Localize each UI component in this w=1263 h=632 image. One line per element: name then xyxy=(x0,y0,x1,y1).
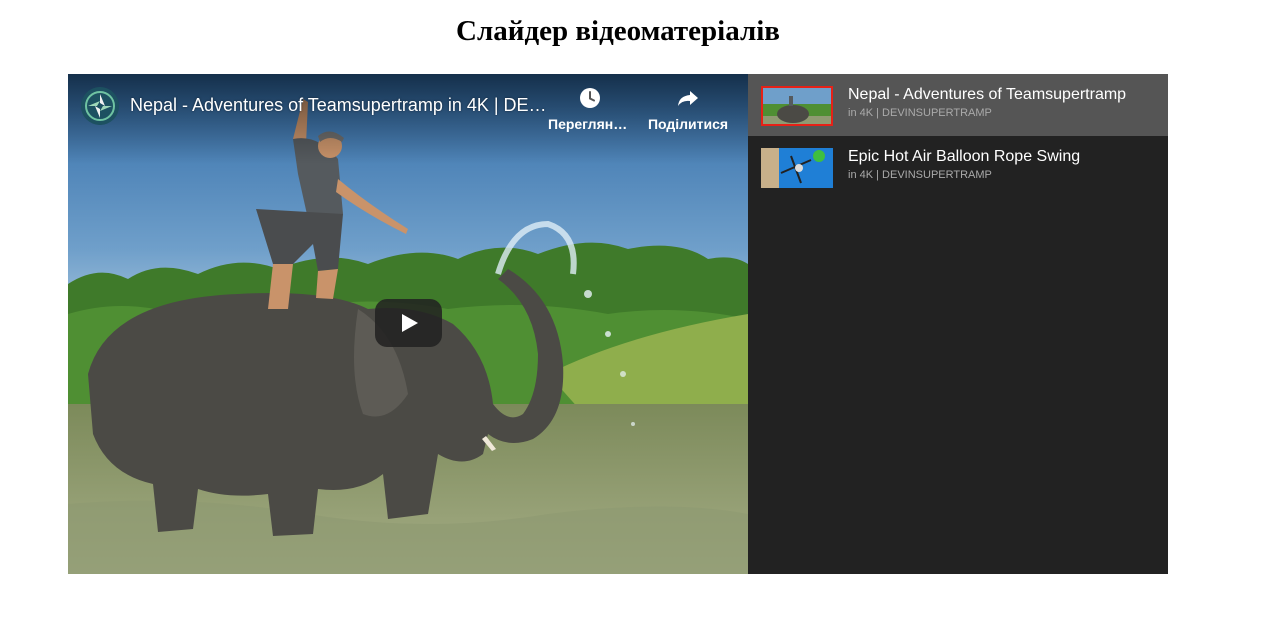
play-button[interactable] xyxy=(375,299,442,347)
playlist-item[interactable]: Nepal - Adventures of Teamsupertramp in … xyxy=(748,74,1168,136)
video-slider: Nepal - Adventures of Teamsupertramp in … xyxy=(68,74,1168,574)
watch-later-button[interactable]: Переглянути пізніше xyxy=(548,86,632,132)
share-label: Поділитися xyxy=(647,116,729,132)
share-button[interactable]: Поділитися xyxy=(646,86,730,132)
playlist-item-title: Nepal - Adventures of Teamsupertramp xyxy=(848,86,1127,103)
clock-icon xyxy=(580,88,600,108)
channel-logo-icon[interactable] xyxy=(81,87,119,125)
playlist-item[interactable]: Epic Hot Air Balloon Rope Swing in 4K | … xyxy=(748,136,1168,198)
page-title: Слайдер відеоматеріалів xyxy=(456,15,780,47)
playlist-item-title: Epic Hot Air Balloon Rope Swing xyxy=(848,148,1081,165)
video-thumbnail xyxy=(761,148,833,188)
video-title[interactable]: Nepal - Adventures of Teamsupertramp in … xyxy=(130,95,550,116)
share-arrow-icon xyxy=(678,91,698,106)
video-player[interactable]: Nepal - Adventures of Teamsupertramp in … xyxy=(68,74,748,574)
video-thumbnail xyxy=(761,86,833,126)
watch-later-label: Переглянути пізніше xyxy=(548,116,632,132)
playlist: Nepal - Adventures of Teamsupertramp in … xyxy=(748,74,1168,574)
play-icon xyxy=(402,314,418,332)
playlist-item-subtitle: in 4K | DEVINSUPERTRAMP xyxy=(848,169,992,181)
playlist-item-subtitle: in 4K | DEVINSUPERTRAMP xyxy=(848,107,992,119)
